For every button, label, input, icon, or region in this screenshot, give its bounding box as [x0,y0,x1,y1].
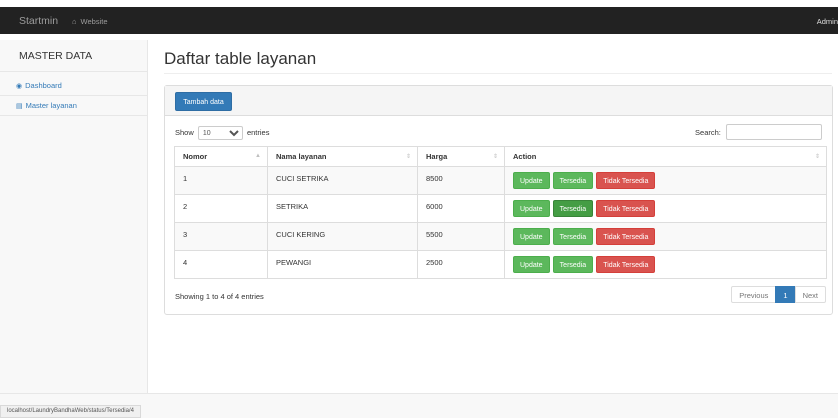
show-label: Show [175,127,194,137]
sidebar: MASTER DATA ◉ Dashboard ▤ Master layanan [0,40,148,393]
panel-heading: Tambah data [165,86,832,116]
update-button[interactable]: Update [513,256,550,273]
cell-nomor: 1 [174,166,268,195]
sort-asc-icon: ▲ [255,153,261,159]
tidak-tersedia-button[interactable]: Tidak Tersedia [596,256,656,273]
cell-action: Update Tersedia Tidak Tersedia [504,194,827,223]
add-data-button[interactable]: Tambah data [175,92,232,111]
cell-nama-layanan: CUCI KERING [267,222,418,251]
sidebar-item-dashboard[interactable]: ◉ Dashboard [0,76,148,96]
cell-harga: 5500 [417,222,505,251]
entries-length-control: Show 10 entries [175,126,269,140]
cell-action: Update Tersedia Tidak Tersedia [504,250,827,279]
website-link[interactable]: ⌂ Website [72,17,108,26]
column-header-harga[interactable]: Harga ⇕ [417,146,505,167]
bar-chart-icon: ▤ [16,103,23,110]
pagination: Previous 1 Next [731,286,826,303]
table-row: 2 SETRIKA 6000 Update Tersedia Tidak Ter… [174,194,827,223]
browser-status-url: localhost/LaundryBandhaWeb/status/Tersed… [0,405,141,418]
sidebar-title: MASTER DATA [19,50,93,62]
column-header-nomor[interactable]: Nomor ▲ [174,146,268,167]
sort-icon: ⇕ [814,154,820,160]
cell-harga: 6000 [417,194,505,223]
page-title: Daftar table layanan [164,49,317,68]
search-control: Search: [695,124,822,140]
column-header-nama-layanan[interactable]: Nama layanan ⇕ [267,146,418,167]
sidebar-item-master-layanan[interactable]: ▤ Master layanan [0,96,148,116]
cell-action: Update Tersedia Tidak Tersedia [504,166,827,195]
dashboard-icon: ◉ [16,83,23,90]
sort-icon: ⇕ [405,154,411,160]
services-table: Nomor ▲ Nama layanan ⇕ Harga ⇕ Action ⇕ 1 CU… [174,146,827,279]
tidak-tersedia-button[interactable]: Tidak Tersedia [596,228,656,245]
cell-nomor: 2 [174,194,268,223]
table-header-row: Nomor ▲ Nama layanan ⇕ Harga ⇕ Action ⇕ [174,146,827,167]
update-button[interactable]: Update [513,200,550,217]
cell-nama-layanan: CUCI SETRIKA [267,166,418,195]
tidak-tersedia-button[interactable]: Tidak Tersedia [596,172,656,189]
home-icon: ⌂ [72,17,77,26]
update-button[interactable]: Update [513,172,550,189]
top-bar-area: Startmin ⌂ Website Admin [0,0,838,40]
sidebar-item-label: Dashboard [25,81,62,90]
cell-harga: 8500 [417,166,505,195]
page-1-button[interactable]: 1 [775,286,796,303]
tersedia-button[interactable]: Tersedia [552,200,594,217]
title-divider [164,73,832,74]
cell-harga: 2500 [417,250,505,279]
column-header-action[interactable]: Action ⇕ [504,146,827,167]
website-label: Website [80,17,108,26]
navbar: Startmin ⌂ Website Admin [0,7,838,34]
tersedia-button[interactable]: Tersedia [552,172,594,189]
update-button[interactable]: Update [513,228,550,245]
sidebar-item-label: Master layanan [25,101,77,110]
tersedia-button[interactable]: Tersedia [552,228,594,245]
next-page-button[interactable]: Next [794,286,826,303]
cell-nomor: 3 [174,222,268,251]
cell-nama-layanan: SETRIKA [267,194,418,223]
table-row: 3 CUCI KERING 5500 Update Tersedia Tidak… [174,222,827,251]
cell-nama-layanan: PEWANGI [267,250,418,279]
table-row: 4 PEWANGI 2500 Update Tersedia Tidak Ter… [174,250,827,279]
table-panel: Tambah data Show 10 entries Search: Nomo… [164,85,833,315]
user-menu[interactable]: Admin [817,17,838,26]
cell-nomor: 4 [174,250,268,279]
sidebar-divider [0,71,148,72]
search-input[interactable] [726,124,822,140]
table-info: Showing 1 to 4 of 4 entries [175,292,264,301]
brand-link[interactable]: Startmin [19,15,58,27]
search-label: Search: [695,127,721,137]
previous-page-button[interactable]: Previous [731,286,777,303]
sort-icon: ⇕ [492,154,498,160]
entries-select[interactable]: 10 [197,126,243,140]
tidak-tersedia-button[interactable]: Tidak Tersedia [596,200,656,217]
entries-label: entries [246,127,270,137]
cell-action: Update Tersedia Tidak Tersedia [504,222,827,251]
table-row: 1 CUCI SETRIKA 8500 Update Tersedia Tida… [174,166,827,195]
tersedia-button[interactable]: Tersedia [552,256,594,273]
